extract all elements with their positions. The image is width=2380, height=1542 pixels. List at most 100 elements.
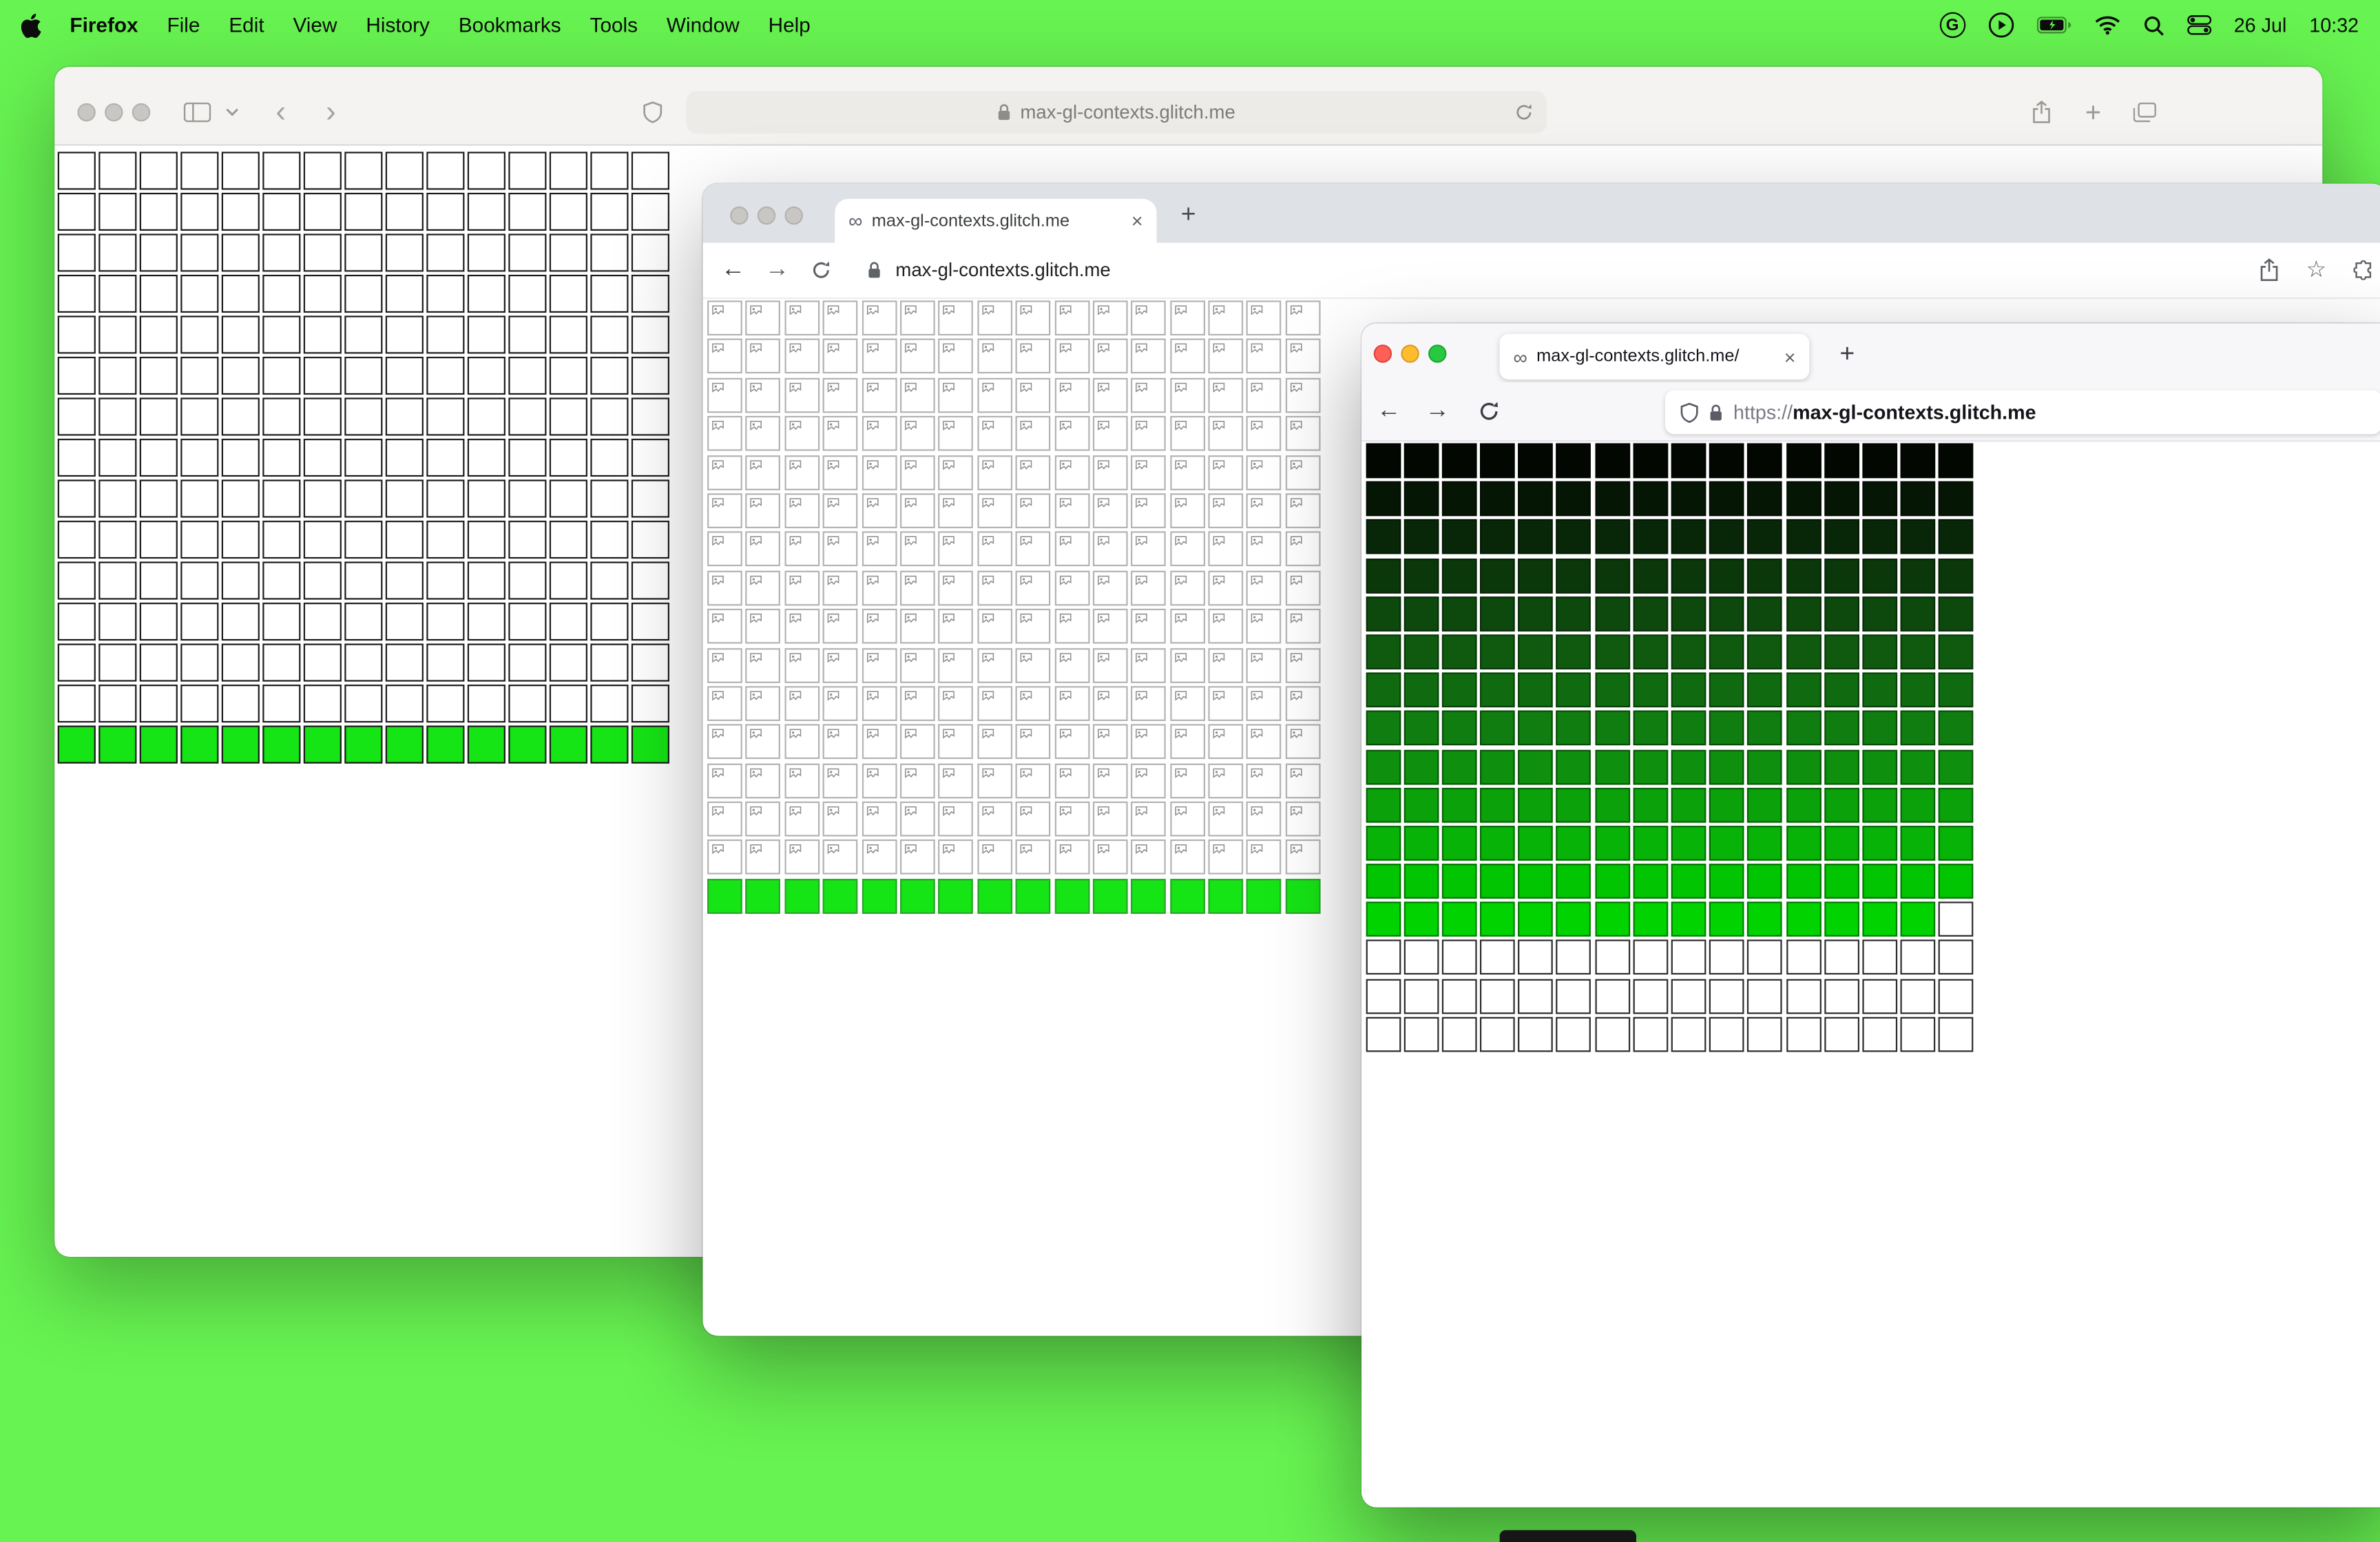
grid-cell <box>1900 519 1936 555</box>
grid-cell <box>1131 377 1167 413</box>
chrome-active-tab[interactable]: ∞ max-gl-contexts.glitch.me × <box>835 198 1157 243</box>
apple-menu-icon[interactable] <box>21 12 41 37</box>
grid-cell <box>1131 493 1167 528</box>
grid-cell <box>508 356 547 395</box>
tab-close-icon[interactable]: × <box>1131 211 1143 231</box>
back-button[interactable]: ‹ <box>275 97 286 127</box>
window-minimize-button[interactable] <box>757 206 776 225</box>
firefox-tab-bar: ∞ max-gl-contexts.glitch.me/ × + <box>1361 323 2380 383</box>
tracking-shield-icon[interactable] <box>1680 402 1698 423</box>
grid-cell <box>385 438 424 477</box>
grid-cell <box>1671 558 1706 593</box>
grid-cell <box>1518 519 1554 555</box>
new-tab-button[interactable]: + <box>2085 98 2101 126</box>
chevron-down-icon[interactable] <box>225 107 239 116</box>
window-zoom-button[interactable] <box>1428 344 1447 363</box>
grammarly-icon[interactable]: G <box>1939 12 1965 39</box>
grid-cell <box>1403 940 1439 975</box>
grid-cell <box>57 356 96 395</box>
grid-cell <box>707 570 742 605</box>
lock-icon[interactable] <box>868 261 881 279</box>
battery-icon[interactable] <box>2036 17 2071 34</box>
grid-cell <box>57 274 96 313</box>
firefox-active-tab[interactable]: ∞ max-gl-contexts.glitch.me/ × <box>1499 333 1810 380</box>
lock-icon[interactable] <box>1709 403 1723 421</box>
grid-cell <box>1246 493 1282 528</box>
sidebar-toggle-icon[interactable] <box>183 102 211 123</box>
grid-cell <box>1246 647 1282 683</box>
chrome-address-text[interactable]: max-gl-contexts.glitch.me <box>895 260 1110 281</box>
grid-cell <box>344 685 383 723</box>
safari-address-bar[interactable]: max-gl-contexts.glitch.me <box>686 91 1547 134</box>
media-play-icon[interactable] <box>1988 12 2014 38</box>
grid-cell <box>385 192 424 231</box>
tab-overview-icon[interactable] <box>2133 102 2156 123</box>
menu-edit[interactable]: Edit <box>229 14 264 37</box>
menubar-app-name[interactable]: Firefox <box>70 14 138 37</box>
grid-cell <box>303 479 342 518</box>
forward-button[interactable]: → <box>765 258 789 282</box>
grid-cell <box>1131 801 1167 837</box>
spotlight-search-icon[interactable] <box>2143 14 2164 36</box>
grid-cell <box>1092 725 1128 760</box>
reload-icon[interactable] <box>1479 401 1500 422</box>
new-tab-button[interactable]: + <box>1839 340 1855 366</box>
bookmark-star-icon[interactable]: ☆ <box>2306 259 2327 282</box>
grid-cell <box>1131 339 1167 375</box>
grid-cell <box>98 643 137 682</box>
grid-cell <box>1594 825 1630 861</box>
window-close-button[interactable] <box>1373 344 1392 363</box>
grid-cell <box>1862 481 1897 517</box>
share-icon[interactable] <box>2032 100 2052 124</box>
grid-cell <box>1709 443 1744 479</box>
tab-close-icon[interactable]: × <box>1784 347 1796 367</box>
grid-cell <box>784 493 820 528</box>
menu-help[interactable]: Help <box>769 14 811 37</box>
wifi-icon[interactable] <box>2094 15 2120 35</box>
grid-cell <box>1671 443 1706 479</box>
reload-icon[interactable] <box>811 260 831 280</box>
grid-cell <box>1824 596 1859 632</box>
grid-cell <box>1480 902 1515 937</box>
grid-cell <box>1939 940 1974 975</box>
firefox-address-bar[interactable]: https://max-gl-contexts.glitch.me <box>1664 390 2380 435</box>
forward-button[interactable]: → <box>1426 399 1450 424</box>
menu-view[interactable]: View <box>293 14 337 37</box>
grid-cell <box>746 647 781 683</box>
grid-cell <box>1403 481 1439 517</box>
window-zoom-button[interactable] <box>784 206 803 225</box>
window-zoom-button[interactable] <box>132 103 151 122</box>
privacy-shield-icon[interactable] <box>643 101 662 124</box>
back-button[interactable]: ← <box>721 258 745 282</box>
grid-cell <box>1939 825 1974 861</box>
menu-tools[interactable]: Tools <box>590 14 638 37</box>
window-minimize-button[interactable] <box>1401 344 1419 363</box>
grid-cell <box>1015 339 1051 375</box>
grid-cell <box>1556 711 1591 746</box>
extensions-puzzle-icon[interactable] <box>2353 260 2373 280</box>
reload-icon[interactable] <box>1515 103 1533 121</box>
grid-cell <box>1709 825 1744 861</box>
grid-cell <box>977 878 1012 914</box>
window-close-button[interactable] <box>77 103 96 122</box>
grid-cell <box>344 274 383 313</box>
share-icon[interactable] <box>2259 258 2279 282</box>
grid-cell <box>1824 825 1859 861</box>
grid-cell <box>180 521 219 559</box>
control-center-icon[interactable] <box>2186 15 2211 35</box>
back-button[interactable]: ← <box>1377 399 1401 424</box>
window-close-button[interactable] <box>730 206 749 225</box>
menu-bookmarks[interactable]: Bookmarks <box>459 14 561 37</box>
menu-window[interactable]: Window <box>667 14 740 37</box>
menubar-date[interactable]: 26 Jul <box>2234 14 2286 37</box>
menu-history[interactable]: History <box>366 14 430 37</box>
forward-button[interactable]: › <box>326 97 336 127</box>
menu-file[interactable]: File <box>167 14 200 37</box>
new-tab-button[interactable]: + <box>1181 200 1196 226</box>
grid-cell <box>549 438 587 477</box>
window-minimize-button[interactable] <box>105 103 123 122</box>
grid-cell <box>549 685 587 723</box>
dock[interactable] <box>1499 1530 1637 1542</box>
menubar-clock[interactable]: 10:32 <box>2309 14 2359 37</box>
grid-cell <box>861 493 897 528</box>
